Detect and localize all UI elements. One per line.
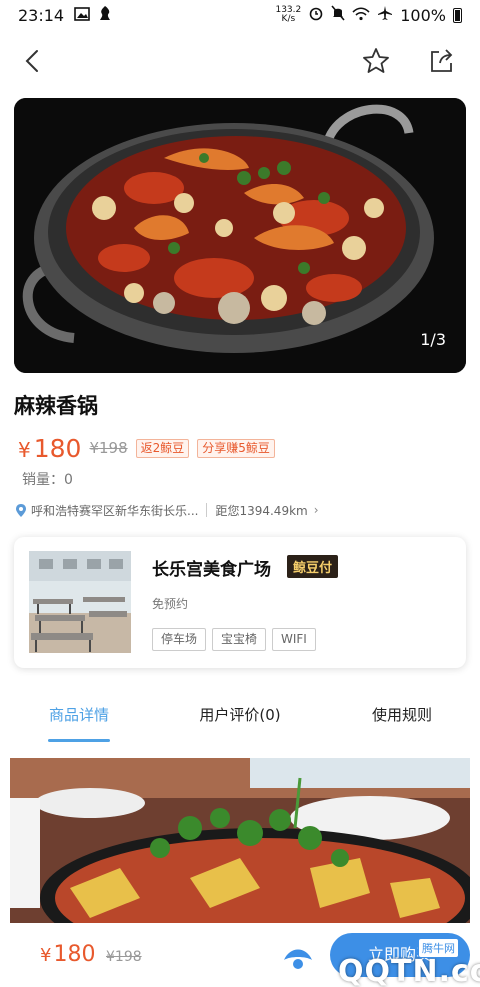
shop-subtitle: 免预约 [152, 597, 189, 611]
rebate-tag: 返2鲸豆 [135, 438, 190, 458]
location-pin-icon [16, 503, 26, 517]
pay-badge: 鲸豆付 [287, 555, 339, 578]
product-detail-page: 23:14 133.2 K/s 100% 1/3 麻辣香锅 ¥ 180 ¥198… [0, 0, 480, 987]
bottom-currency-symbol: ¥ [40, 945, 52, 966]
battery-level: 100% [400, 5, 446, 25]
current-price: ¥180 [18, 434, 81, 463]
price-value: 180 [33, 433, 82, 463]
price-row: ¥180 ¥198 返2鲸豆 分享赚5鲸豆 [18, 432, 275, 464]
gallery-icon [74, 6, 90, 25]
feature-tag-parking: 停车场 [152, 628, 207, 651]
watermark-small-text: 腾牛网 [418, 938, 459, 958]
share-icon[interactable] [426, 46, 456, 76]
star-icon[interactable] [361, 46, 391, 76]
shop-name: 长乐宫美食广场 [152, 560, 271, 580]
network-speed: 133.2 K/s [275, 6, 301, 24]
top-nav [0, 38, 480, 86]
status-time: 23:14 [18, 5, 65, 25]
tab-user-reviews[interactable]: 用户评价(0) [190, 704, 290, 725]
mute-icon [331, 5, 345, 25]
product-detail-image [10, 758, 470, 923]
back-icon[interactable] [18, 46, 48, 76]
battery-icon [453, 7, 462, 23]
shop-card[interactable]: 长乐宫美食广场 鲸豆付 免预约 停车场 宝宝椅 WIFI [14, 537, 466, 668]
chevron-right-icon: › [313, 503, 319, 517]
share-reward-tag[interactable]: 分享赚5鲸豆 [197, 438, 275, 458]
watermark-text: QQTN.com [338, 954, 480, 987]
tab-product-details[interactable]: 商品详情 [48, 704, 110, 725]
image-counter: 1/3 [420, 330, 446, 349]
active-tab-indicator [48, 739, 110, 742]
distance-text: 距您1394.49km [215, 503, 308, 518]
address-text: 呼和浩特赛罕区新华东街长乐... [31, 503, 199, 518]
divider [206, 503, 208, 517]
detail-tabs: 商品详情 用户评价(0) 使用规则 [0, 696, 480, 746]
currency-symbol: ¥ [18, 437, 31, 462]
shop-photo [29, 551, 131, 653]
feature-tag-wifi: WIFI [272, 628, 316, 651]
bottom-price: ¥180 [40, 942, 95, 967]
airplane-icon [377, 5, 393, 25]
product-image-carousel[interactable]: 1/3 [14, 98, 466, 373]
bottom-original-price: ¥198 [106, 949, 142, 965]
wifi-icon [352, 6, 370, 25]
sales-count: 销量：0 [22, 472, 73, 488]
notification-icon [98, 5, 112, 25]
product-title: 麻辣香锅 [14, 394, 98, 418]
tab-usage-rules[interactable]: 使用规则 [362, 704, 442, 725]
address-row[interactable]: 呼和浩特赛罕区新华东街长乐... 距您1394.49km › [16, 500, 466, 520]
status-bar: 23:14 133.2 K/s 100% [0, 0, 480, 30]
original-price: ¥198 [89, 439, 128, 457]
feature-tag-baby-chair: 宝宝椅 [212, 628, 267, 651]
alarm-icon [308, 5, 324, 25]
spicy-hot-pot-photo [14, 98, 466, 373]
net-speed-unit: K/s [281, 14, 296, 24]
bottom-price-value: 180 [53, 942, 96, 967]
